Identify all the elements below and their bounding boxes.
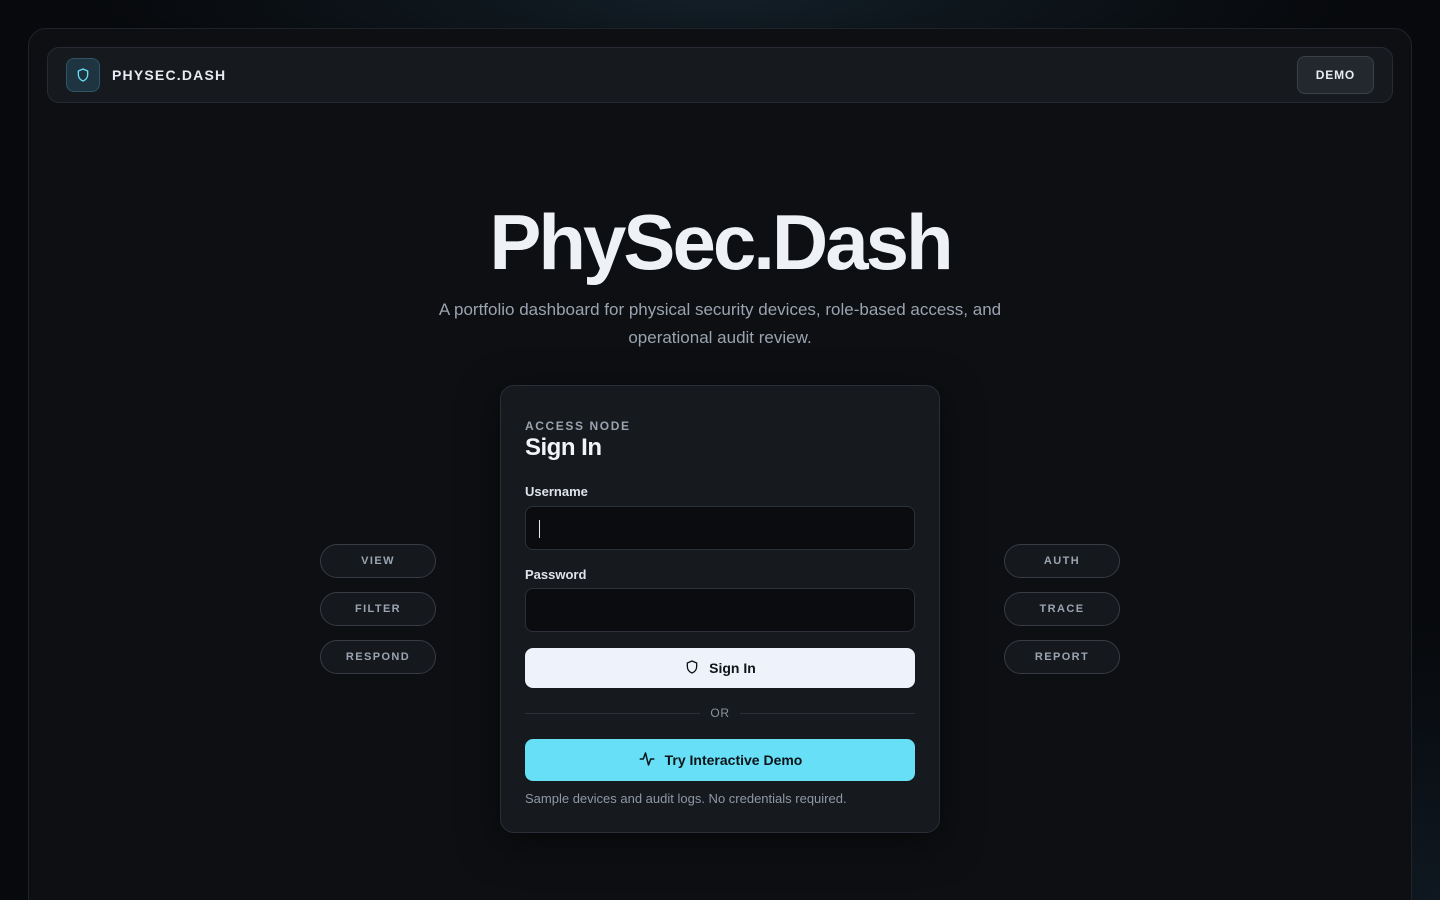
pill-respond: RESPOND — [320, 640, 436, 674]
demo-button[interactable]: DEMO — [1296, 56, 1374, 94]
password-label: Password — [525, 567, 587, 582]
pill-report: REPORT — [1004, 640, 1120, 674]
sign-in-button[interactable]: Sign In — [525, 648, 915, 688]
card-title: Sign In — [525, 434, 602, 461]
divider-label: OR — [710, 706, 730, 720]
card-kicker: ACCESS NODE — [525, 419, 631, 433]
shield-icon — [66, 58, 100, 92]
pill-auth: AUTH — [1004, 544, 1120, 578]
activity-icon — [638, 750, 656, 771]
brand-name: PHYSEC.DASH — [112, 67, 227, 83]
try-demo-label: Try Interactive Demo — [664, 752, 803, 768]
hero-subtitle: A portfolio dashboard for physical secur… — [438, 300, 1002, 347]
sign-in-card: ACCESS NODE Sign In Username Password Si… — [500, 385, 940, 833]
pill-view: VIEW — [320, 544, 436, 578]
or-divider: OR — [525, 704, 916, 722]
shield-icon — [684, 659, 700, 678]
username-field[interactable] — [525, 506, 915, 550]
hero-title: PhySec.Dash — [489, 198, 953, 286]
pill-filter: FILTER — [320, 592, 436, 626]
demo-hint: Sample devices and audit logs. No creden… — [525, 791, 847, 806]
text-caret — [539, 520, 540, 538]
password-field[interactable] — [525, 588, 915, 632]
pill-trace: TRACE — [1004, 592, 1120, 626]
divider-line — [739, 712, 916, 714]
brand[interactable]: PHYSEC.DASH — [66, 58, 226, 92]
top-bar: PHYSEC.DASH DEMO — [47, 47, 1393, 103]
divider-line — [525, 712, 701, 714]
sign-in-label: Sign In — [709, 660, 756, 676]
try-demo-button[interactable]: Try Interactive Demo — [525, 739, 915, 781]
username-label: Username — [525, 484, 588, 499]
